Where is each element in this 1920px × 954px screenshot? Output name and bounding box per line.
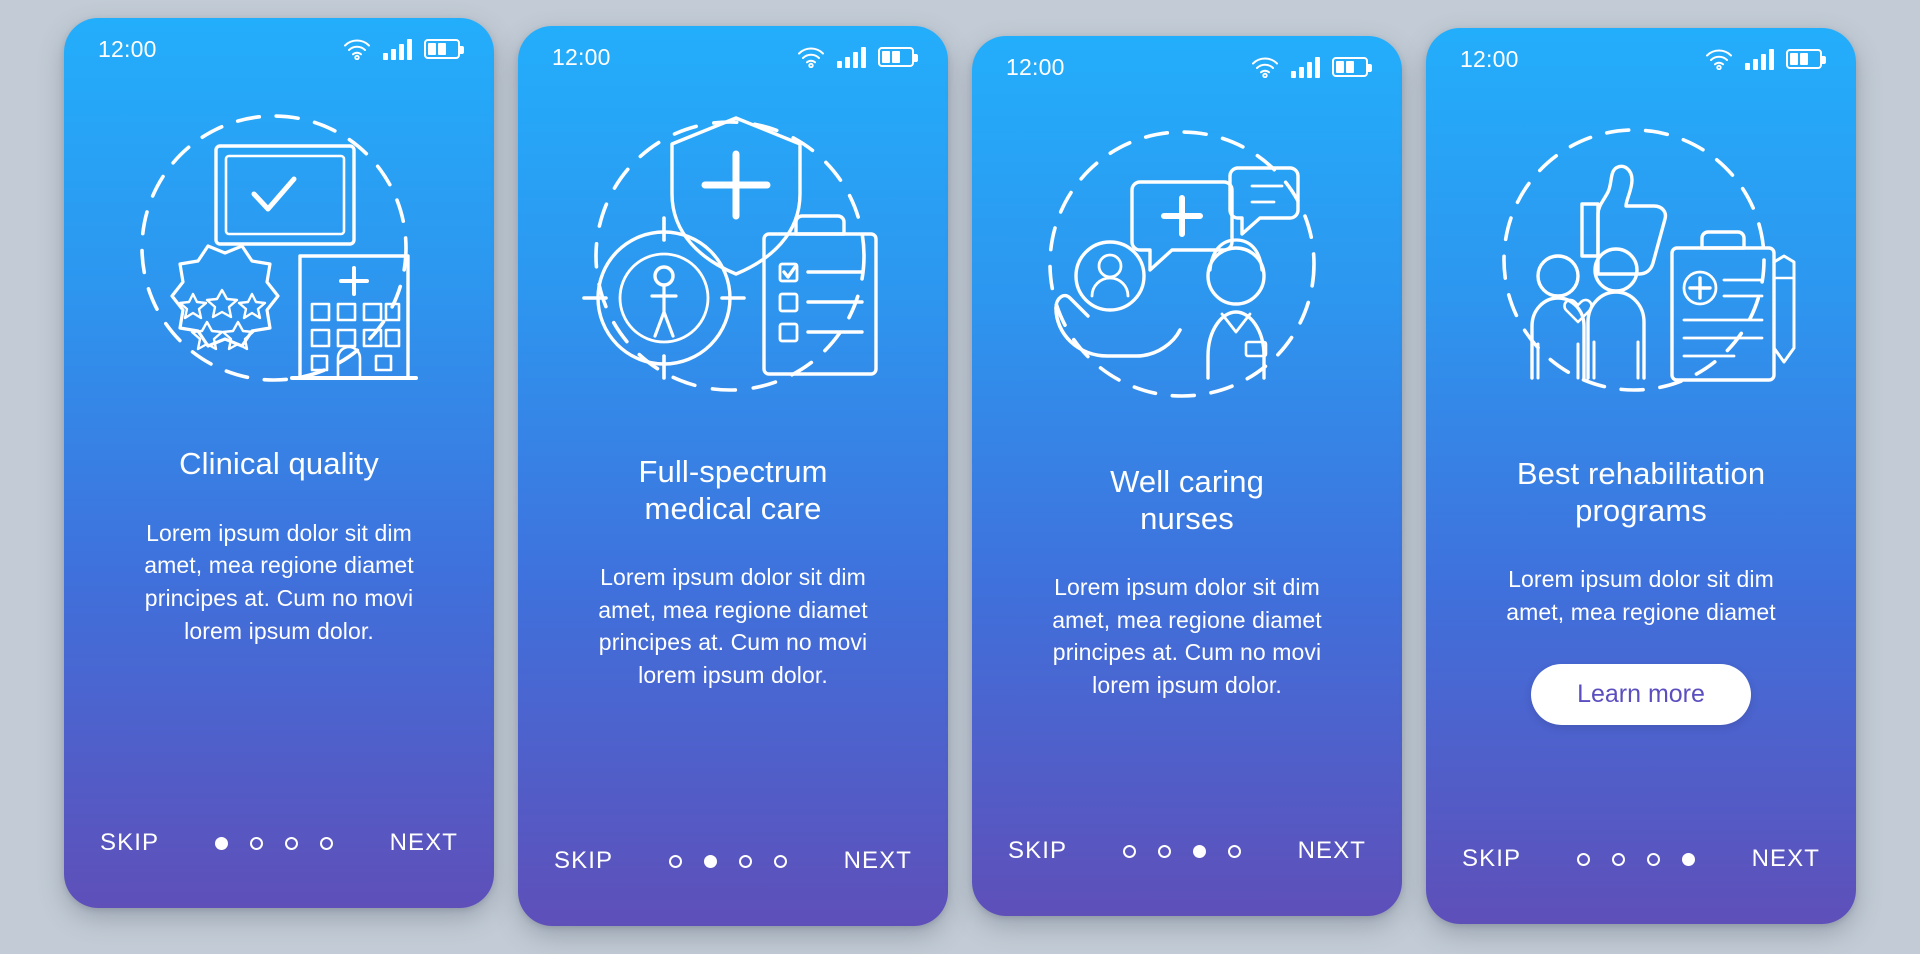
- status-clock: 12:00: [1006, 53, 1065, 80]
- onboarding-screen-full-spectrum-medical-care: 12:00 Full-spectrum medical care Lorem i…: [518, 26, 948, 926]
- onboarding-screen-clinical-quality: 12:00 Clinical quality Lorem ipsum dolor…: [64, 18, 494, 908]
- status-clock: 12:00: [1460, 45, 1519, 72]
- text-block: Clinical quality Lorem ipsum dolor sit d…: [64, 410, 494, 778]
- signal-bars-icon: [1745, 48, 1774, 70]
- pagination-dot[interactable]: [1158, 844, 1172, 858]
- pagination-dot[interactable]: [739, 854, 753, 868]
- status-bar: 12:00: [1426, 28, 1856, 90]
- signal-bars-icon: [383, 38, 412, 60]
- pagination-dots: [1123, 844, 1242, 858]
- status-clock: 12:00: [552, 43, 611, 70]
- pagination-dot[interactable]: [1577, 852, 1591, 866]
- next-button[interactable]: NEXT: [844, 847, 912, 875]
- wifi-icon: [344, 39, 370, 60]
- bottom-navigation: SKIP NEXT: [518, 796, 948, 926]
- pagination-dot[interactable]: [1228, 844, 1242, 858]
- onboarding-screens-board: 12:00 Clinical quality Lorem ipsum dolor…: [0, 0, 1920, 954]
- status-bar: 12:00: [972, 36, 1402, 98]
- page-title: Full-spectrum medical care: [638, 454, 828, 526]
- nurses-illustration: [972, 98, 1402, 428]
- pagination-dot[interactable]: [669, 854, 683, 868]
- pagination-dot[interactable]: [320, 836, 334, 850]
- pagination-dot[interactable]: [285, 836, 299, 850]
- wifi-icon: [798, 47, 824, 68]
- status-clock: 12:00: [98, 35, 157, 62]
- battery-icon: [1332, 57, 1372, 77]
- clinical-quality-illustration: [64, 80, 494, 410]
- status-icons: [1251, 56, 1372, 78]
- status-icons: [343, 38, 464, 60]
- page-title: Clinical quality: [179, 446, 379, 481]
- pagination-dot[interactable]: [1612, 852, 1626, 866]
- wifi-icon: [1252, 57, 1278, 78]
- medical-care-illustration: [518, 88, 948, 418]
- learn-more-button[interactable]: Learn more: [1531, 664, 1751, 726]
- status-icons: [797, 46, 918, 68]
- status-icons: [1705, 48, 1826, 70]
- next-button[interactable]: NEXT: [1752, 845, 1820, 873]
- status-bar: 12:00: [518, 26, 948, 88]
- pagination-dot[interactable]: [1647, 852, 1661, 866]
- battery-icon: [1786, 49, 1826, 69]
- pagination-dot[interactable]: [1682, 852, 1696, 866]
- page-description: Lorem ipsum dolor sit dim amet, mea regi…: [144, 519, 414, 644]
- pagination-dot[interactable]: [704, 854, 718, 868]
- battery-icon: [878, 47, 918, 67]
- skip-button[interactable]: SKIP: [1008, 837, 1067, 865]
- pagination-dots: [215, 836, 334, 850]
- pagination-dot[interactable]: [1193, 844, 1207, 858]
- skip-button[interactable]: SKIP: [100, 829, 159, 857]
- signal-bars-icon: [1291, 56, 1320, 78]
- bottom-navigation: SKIP NEXT: [972, 786, 1402, 916]
- text-block: Full-spectrum medical care Lorem ipsum do…: [518, 418, 948, 796]
- page-title: Best rehabilitation programs: [1516, 456, 1766, 528]
- onboarding-screen-well-caring-nurses: 12:00 Well caring nurses Lorem ipsum dol…: [972, 36, 1402, 916]
- pagination-dot[interactable]: [1123, 844, 1137, 858]
- pagination-dots: [669, 854, 788, 868]
- pagination-dot[interactable]: [250, 836, 264, 850]
- page-description: Lorem ipsum dolor sit dim amet, mea regi…: [1506, 566, 1776, 625]
- pagination-dot[interactable]: [215, 836, 229, 850]
- skip-button[interactable]: SKIP: [1462, 845, 1521, 873]
- pagination-dot[interactable]: [774, 854, 788, 868]
- battery-icon: [424, 39, 464, 59]
- bottom-navigation: SKIP NEXT: [64, 778, 494, 908]
- text-block: Well caring nurses Lorem ipsum dolor sit …: [972, 428, 1402, 786]
- page-description: Lorem ipsum dolor sit dim amet, mea regi…: [1052, 574, 1322, 699]
- rehabilitation-illustration: [1426, 90, 1856, 420]
- text-block: Best rehabilitation programs Lorem ipsum …: [1426, 420, 1856, 794]
- skip-button[interactable]: SKIP: [554, 847, 613, 875]
- wifi-icon: [1706, 49, 1732, 70]
- page-description: Lorem ipsum dolor sit dim amet, mea regi…: [598, 564, 868, 689]
- pagination-dots: [1577, 852, 1696, 866]
- bottom-navigation: SKIP NEXT: [1426, 794, 1856, 924]
- status-bar: 12:00: [64, 18, 494, 80]
- onboarding-screen-best-rehabilitation-programs: 12:00 Best rehabilitation programs Lorem…: [1426, 28, 1856, 924]
- page-title: Well caring nurses: [1110, 464, 1264, 536]
- next-button[interactable]: NEXT: [1298, 837, 1366, 865]
- next-button[interactable]: NEXT: [390, 829, 458, 857]
- signal-bars-icon: [837, 46, 866, 68]
